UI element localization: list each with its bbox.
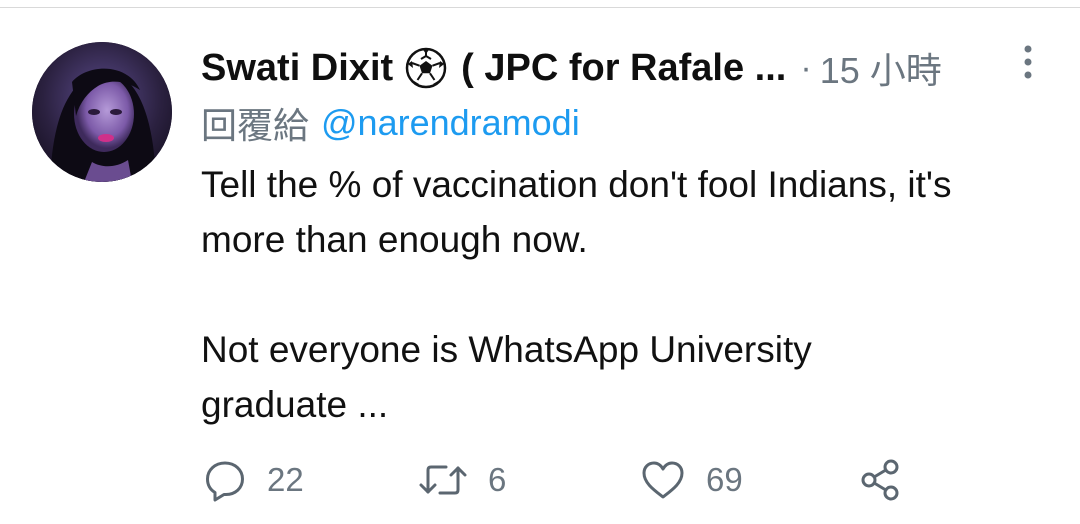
reply-bubble-icon — [203, 458, 247, 502]
reply-button[interactable]: 22 — [203, 452, 304, 508]
tweet-header: Swati Dixit ( JPC for Rafale ... · 15 小時 — [201, 40, 942, 96]
like-count: 69 — [706, 461, 743, 498]
tweet-text-line: Not everyone is WhatsApp University — [201, 329, 812, 370]
heart-icon — [640, 458, 686, 502]
timestamp[interactable]: 15 小時 — [820, 42, 942, 94]
reply-count: 22 — [267, 461, 304, 498]
tweet-text-line: Tell the % of vaccination don't fool Ind… — [201, 164, 952, 205]
reply-handle-link[interactable]: @narendramodi — [321, 102, 580, 144]
retweet-button[interactable]: 6 — [418, 452, 506, 508]
soccer-ball-icon — [405, 47, 447, 89]
tweet-text-line: more than enough now. — [201, 219, 588, 260]
action-bar: 22 6 69 — [0, 452, 1080, 508]
more-vertical-icon[interactable] — [1008, 42, 1048, 82]
reply-prefix: 回覆給 — [201, 105, 310, 146]
top-divider — [0, 7, 1080, 8]
retweet-icon — [418, 458, 468, 502]
author-name-suffix[interactable]: ( JPC for Rafale ... — [461, 47, 786, 90]
avatar[interactable] — [32, 42, 172, 182]
share-button[interactable] — [858, 452, 904, 508]
header-separator: · — [800, 48, 812, 87]
author-name[interactable]: Swati Dixit — [201, 47, 393, 90]
retweet-count: 6 — [488, 461, 507, 498]
tweet-text-line: graduate ... — [201, 384, 389, 425]
tweet-card[interactable]: Swati Dixit ( JPC for Rafale ... · 15 小時 — [0, 0, 1080, 524]
tweet-text: Tell the % of vaccination don't fool Ind… — [201, 157, 1061, 432]
like-button[interactable]: 69 — [640, 452, 743, 508]
share-icon — [858, 457, 904, 503]
reply-context: 回覆給 @narendramodi — [201, 98, 580, 148]
